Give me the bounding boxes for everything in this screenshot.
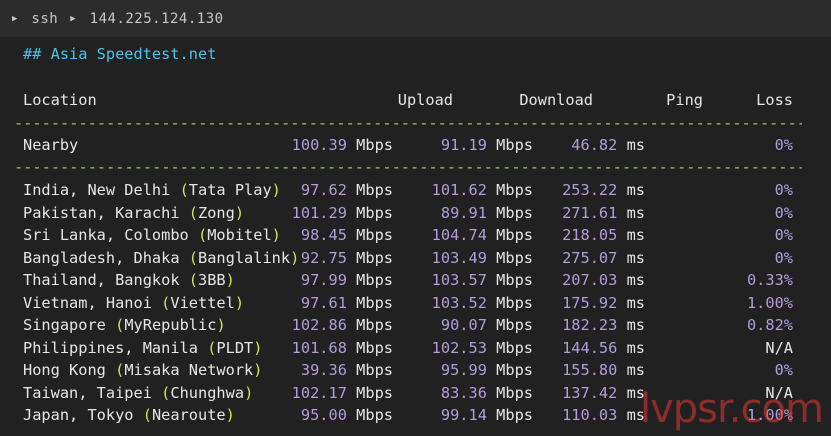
- row-ping: 110.03 ms: [562, 406, 645, 424]
- row-loss: 0%: [774, 226, 793, 244]
- row-upload: 97.62 Mbps: [300, 181, 393, 199]
- row-ping: 137.42 ms: [562, 383, 645, 402]
- row-isp: Tata Play: [188, 181, 272, 199]
- row-ping: 144.56 ms: [562, 338, 645, 357]
- table-row: Pakistan, Karachi (Zong) 101.29 Mbps 89.91…: [23, 204, 813, 226]
- row-location: Hong Kong (Misaka Network): [23, 361, 263, 379]
- row-download: 95.99 Mbps: [440, 361, 533, 379]
- row-isp: Misaka Network: [124, 361, 254, 379]
- column-ping: Ping: [666, 91, 703, 109]
- row-upload: 101.29 Mbps: [291, 203, 393, 222]
- table-row: Singapore (MyRepublic) 102.86 Mbps 90.07 M…: [23, 316, 813, 338]
- row-loss: 0%: [774, 361, 793, 379]
- row-location: Bangladesh, Dhaka (Banglalink): [23, 248, 300, 267]
- row-loss: 0%: [774, 203, 793, 222]
- row-upload: 92.75 Mbps: [300, 248, 393, 267]
- row-loss: 0%: [774, 181, 793, 199]
- row-upload: 95.00 Mbps: [300, 406, 393, 424]
- nearby-loss: 0%: [774, 136, 793, 154]
- separator-line: ----------------------------------------…: [14, 158, 802, 176]
- row-loss: 1.00%: [746, 406, 793, 424]
- breadcrumb-host[interactable]: 144.225.124.130: [90, 11, 224, 27]
- table-row: Philippines, Manila (PLDT) 101.68 Mbps 102…: [23, 339, 813, 361]
- row-location: Taiwan, Taipei (Chunghwa): [23, 383, 254, 402]
- column-loss: Loss: [756, 91, 793, 109]
- row-download: 104.74 Mbps: [431, 226, 533, 244]
- row-loss: 0%: [774, 248, 793, 267]
- row-ping: 275.07 ms: [562, 248, 645, 267]
- section-heading: ## Asia Speedtest.net: [23, 45, 217, 63]
- table-row: Taiwan, Taipei (Chunghwa) 102.17 Mbps 83.3…: [23, 384, 813, 406]
- row-isp: Viettel: [170, 293, 235, 312]
- row-upload: 101.68 Mbps: [291, 338, 393, 357]
- table-row: Sri Lanka, Colombo (Mobitel) 98.45 Mbps 10…: [23, 226, 813, 248]
- row-download: 102.53 Mbps: [431, 338, 533, 357]
- column-location: Location: [23, 91, 97, 109]
- row-upload: 97.61 Mbps: [300, 293, 393, 312]
- row-upload: 102.86 Mbps: [291, 316, 393, 334]
- table-row: Hong Kong (Misaka Network) 39.36 Mbps 95.9…: [23, 361, 813, 383]
- row-isp: Banglalink: [198, 248, 291, 267]
- table-header: Location Upload Download Ping Loss: [23, 91, 813, 113]
- row-loss: 0.33%: [746, 271, 793, 289]
- row-location: Pakistan, Karachi (Zong): [23, 203, 245, 222]
- table-row: Thailand, Bangkok (3BB) 97.99 Mbps 103.57 …: [23, 271, 813, 293]
- chevron-right-icon: ▶: [12, 13, 18, 24]
- row-download: 83.36 Mbps: [440, 383, 533, 402]
- row-isp: Mobitel: [207, 226, 272, 244]
- row-loss: 1.00%: [746, 293, 793, 312]
- row-isp: Zong: [198, 203, 235, 222]
- row-loss: 0.82%: [746, 316, 793, 334]
- row-download: 89.91 Mbps: [440, 203, 533, 222]
- row-location: India, New Delhi (Tata Play): [23, 181, 281, 199]
- row-isp: Nearoute: [151, 406, 226, 424]
- row-upload: 97.99 Mbps: [300, 271, 393, 289]
- row-loss: N/A: [765, 338, 793, 357]
- row-download: 103.49 Mbps: [431, 248, 533, 267]
- chevron-right-icon: ▶: [70, 13, 76, 24]
- row-ping: 253.22 ms: [562, 181, 645, 199]
- row-loss: N/A: [765, 383, 793, 402]
- row-ping: 182.23 ms: [562, 316, 645, 334]
- row-location: Thailand, Bangkok (3BB): [23, 271, 235, 289]
- row-isp: 3BB: [198, 271, 226, 289]
- nearby-ping: 46.82 ms: [571, 136, 645, 154]
- row-location: Philippines, Manila (PLDT): [23, 338, 263, 357]
- separator-line: ----------------------------------------…: [14, 114, 802, 132]
- nearby-download: 91.19 Mbps: [440, 136, 533, 154]
- nearby-label: Nearby: [23, 136, 79, 154]
- row-ping: 155.80 ms: [562, 361, 645, 379]
- table-row: Bangladesh, Dhaka (Banglalink) 92.75 Mbps…: [23, 249, 813, 271]
- row-download: 103.57 Mbps: [431, 271, 533, 289]
- row-location: Singapore (MyRepublic): [23, 316, 226, 334]
- table-row: India, New Delhi (Tata Play) 97.62 Mbps 10…: [23, 181, 813, 203]
- row-upload: 98.45 Mbps: [300, 226, 393, 244]
- nearby-upload: 100.39 Mbps: [291, 136, 393, 154]
- row-isp: PLDT: [216, 338, 254, 357]
- row-location: Japan, Tokyo (Nearoute): [23, 406, 235, 424]
- row-download: 101.62 Mbps: [431, 181, 533, 199]
- row-download: 90.07 Mbps: [440, 316, 533, 334]
- row-location: Vietnam, Hanoi (Viettel): [23, 293, 245, 312]
- row-ping: 207.03 ms: [562, 271, 645, 289]
- column-upload: Upload: [397, 91, 453, 109]
- row-upload: 102.17 Mbps: [291, 383, 393, 402]
- row-isp: Chunghwa: [170, 383, 245, 402]
- row-download: 99.14 Mbps: [440, 406, 533, 424]
- table-row: Vietnam, Hanoi (Viettel) 97.61 Mbps 103.52…: [23, 294, 813, 316]
- terminal-titlebar: ▶ ssh ▶ 144.225.124.130: [0, 0, 831, 37]
- row-ping: 175.92 ms: [562, 293, 645, 312]
- row-location: Sri Lanka, Colombo (Mobitel): [23, 226, 281, 244]
- column-download: Download: [519, 91, 593, 109]
- table-row: Japan, Tokyo (Nearoute) 95.00 Mbps 99.14 M…: [23, 406, 813, 428]
- row-isp: MyRepublic: [124, 316, 217, 334]
- row-upload: 39.36 Mbps: [300, 361, 393, 379]
- row-download: 103.52 Mbps: [431, 293, 533, 312]
- nearby-row: Nearby 100.39 Mbps 91.19 Mbps 46.82 ms 0…: [23, 136, 813, 158]
- breadcrumb-ssh[interactable]: ssh: [31, 11, 58, 27]
- row-ping: 271.61 ms: [562, 203, 645, 222]
- row-ping: 218.05 ms: [562, 226, 645, 244]
